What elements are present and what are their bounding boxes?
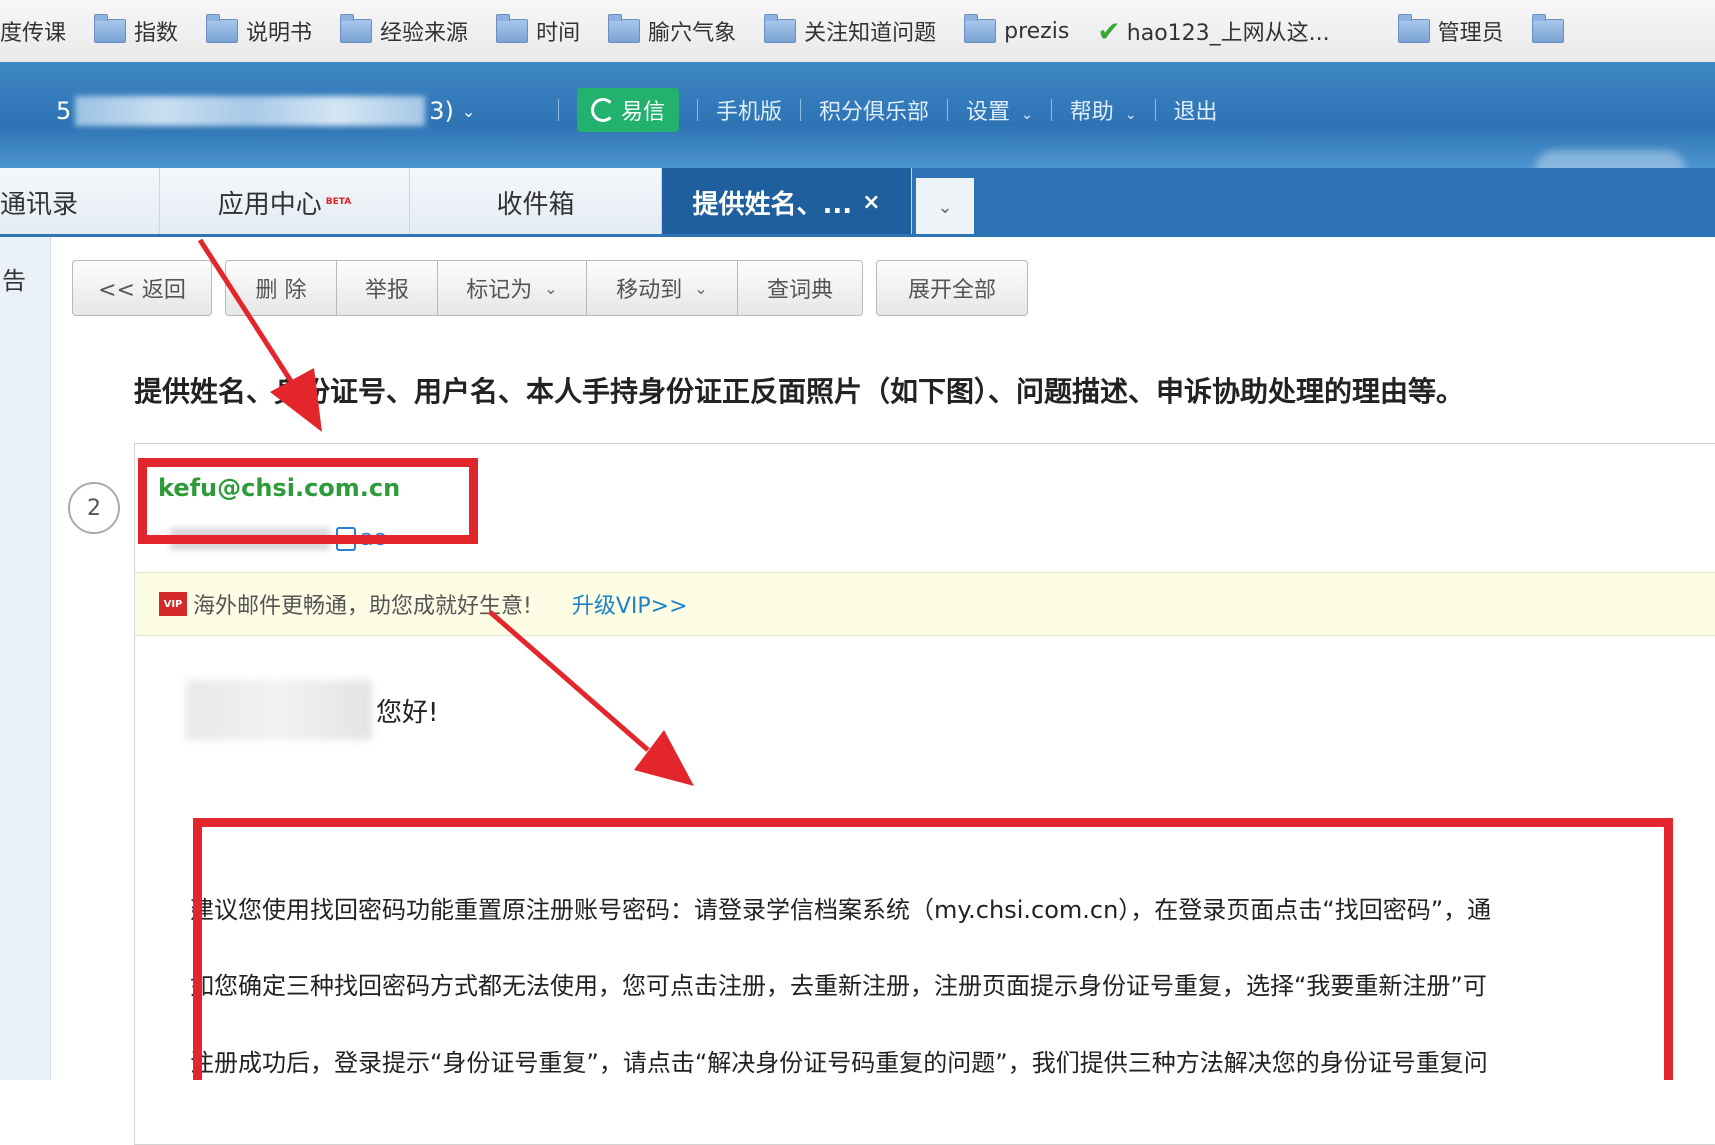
nav-help-link[interactable]: 帮助 ⌄: [1070, 94, 1137, 126]
folder-icon: [764, 14, 797, 43]
bookmark-item[interactable]: 度传课: [0, 0, 80, 62]
tab-label: 通讯录: [0, 189, 79, 220]
bookmark-label: 指数: [134, 21, 179, 46]
left-sidebar: 告: [0, 237, 51, 1080]
account-suffix: 3): [429, 97, 454, 125]
folder-icon: [608, 14, 641, 43]
delete-button[interactable]: 删 除: [225, 260, 337, 316]
chevron-down-icon: ⌄: [1021, 107, 1033, 123]
bookmark-label: 度传课: [0, 21, 67, 46]
yixin-icon: [591, 98, 615, 122]
divider: [558, 99, 559, 121]
bookmark-item[interactable]: 说明书: [192, 0, 326, 62]
tab-contacts[interactable]: 通讯录: [0, 168, 160, 236]
nav-points-link[interactable]: 积分俱乐部: [819, 94, 929, 126]
greeting-text: 您好!: [376, 697, 439, 728]
bookmark-label: hao123_上网从这...: [1126, 21, 1330, 46]
expand-all-button[interactable]: 展开全部: [876, 260, 1028, 316]
folder-icon: [206, 14, 239, 43]
folder-icon: [496, 14, 529, 43]
top-nav: 易信 手机版 积分俱乐部 设置 ⌄ 帮助 ⌄ 退出: [540, 88, 1218, 132]
nav-settings-link[interactable]: 设置 ⌄: [966, 94, 1033, 126]
bookmark-item[interactable]: ✔ hao123_上网从这...: [1083, 0, 1343, 62]
dictionary-button[interactable]: 查词典: [737, 260, 863, 316]
bookmark-item[interactable]: 指数: [80, 0, 192, 62]
bookmark-label: 经验来源: [380, 21, 469, 46]
tab-app-center[interactable]: 应用中心 BETA: [160, 168, 410, 236]
thread-count-badge: 2: [68, 482, 120, 534]
close-icon[interactable]: ×: [862, 190, 880, 215]
mail-subject: 提供姓名、身份证号、用户名、本人手持身份证正反面照片（如下图）、问题描述、申诉协…: [134, 375, 1465, 408]
mark-as-button[interactable]: 标记为 ⌄: [437, 260, 587, 316]
ad-text: 海外邮件更畅通，助您成就好生意!: [193, 594, 532, 619]
chevron-down-icon: ⌄: [1124, 107, 1137, 123]
back-button[interactable]: << 返回: [72, 260, 212, 316]
report-button[interactable]: 举报: [336, 260, 438, 316]
greeting-line: 您好!: [186, 680, 438, 740]
bookmarks-bar: 度传课 指数 说明书 经验来源 时间 腧穴气象 关注知道问题 prezis ✔ …: [0, 0, 1715, 63]
chevron-down-icon: ⌄: [544, 278, 558, 298]
name-blur: [186, 680, 372, 740]
nav-settings-label: 设置: [966, 100, 1011, 125]
tab-label: 应用中心: [217, 189, 322, 220]
sidebar-label[interactable]: 告: [2, 261, 26, 296]
tab-underline: [0, 234, 1715, 237]
account-switcher[interactable]: 5 3) ⌄: [56, 96, 475, 126]
divider: [1154, 99, 1156, 121]
move-to-button[interactable]: 移动到 ⌄: [586, 260, 738, 316]
folder-icon: [340, 14, 373, 43]
bookmark-item[interactable]: 管理员: [1384, 0, 1518, 62]
bookmark-item[interactable]: 腧穴气象: [594, 0, 750, 62]
account-prefix: 5: [56, 97, 72, 125]
move-to-label: 移动到: [616, 278, 683, 303]
mail-header: 5 3) ⌄ 易信 手机版 积分俱乐部 设置 ⌄ 帮助 ⌄ 退出: [0, 62, 1715, 190]
beta-badge: BETA: [325, 197, 352, 207]
chevron-down-icon: ⌄: [461, 101, 476, 121]
account-blur: [75, 96, 426, 126]
annotation-box-sender: [138, 458, 478, 544]
chevron-down-icon: ⌄: [937, 196, 953, 218]
tab-inbox[interactable]: 收件箱: [410, 168, 662, 236]
vip-ad-bar: VIP 海外邮件更畅通，助您成就好生意! 升级VIP>>: [135, 572, 1715, 636]
chevron-down-icon: ⌄: [694, 278, 708, 298]
divider: [800, 99, 802, 121]
tab-label: 提供姓名、...: [692, 189, 853, 220]
annotation-box-body: [193, 818, 1673, 1080]
nav-help-label: 帮助: [1069, 100, 1114, 125]
bookmark-item[interactable]: 经验来源: [326, 0, 482, 62]
folder-icon: [94, 14, 127, 43]
bookmark-item[interactable]: 关注知道问题: [750, 0, 950, 62]
yixin-button[interactable]: 易信: [577, 88, 680, 132]
bookmark-label: 管理员: [1437, 21, 1504, 46]
bookmark-item[interactable]: [1518, 0, 1586, 62]
tab-label: 收件箱: [496, 189, 575, 220]
bookmark-label: 腧穴气象: [648, 21, 737, 46]
mark-as-label: 标记为: [466, 278, 533, 303]
mail-toolbar: << 返回 删 除 举报 标记为 ⌄ 移动到 ⌄ 查词典 展开全部: [72, 260, 1028, 316]
nav-logout-link[interactable]: 退出: [1174, 94, 1218, 126]
yixin-label: 易信: [621, 100, 666, 125]
tab-current-mail[interactable]: 提供姓名、... ×: [662, 168, 912, 236]
bookmark-label: 说明书: [246, 21, 313, 46]
tab-bar: 通讯录 应用中心 BETA 收件箱 提供姓名、... × ⌄: [0, 168, 1715, 236]
check-icon: ✔: [1097, 14, 1121, 48]
bookmark-item[interactable]: 时间: [482, 0, 594, 62]
bookmark-label: 时间: [536, 21, 581, 46]
bookmark-label: 关注知道问题: [804, 21, 937, 46]
divider: [947, 99, 949, 121]
vip-icon: VIP: [159, 592, 187, 616]
nav-mobile-link[interactable]: 手机版: [716, 94, 782, 126]
bookmark-item[interactable]: prezis: [950, 0, 1083, 62]
folder-icon: [1397, 14, 1430, 43]
divider: [697, 99, 699, 121]
divider: [1050, 99, 1052, 121]
upgrade-vip-link[interactable]: 升级VIP>>: [572, 588, 688, 620]
tab-more-button[interactable]: ⌄: [916, 178, 974, 236]
bookmark-label: prezis: [1004, 18, 1070, 44]
folder-icon: [964, 14, 997, 43]
folder-icon: [1531, 14, 1564, 43]
